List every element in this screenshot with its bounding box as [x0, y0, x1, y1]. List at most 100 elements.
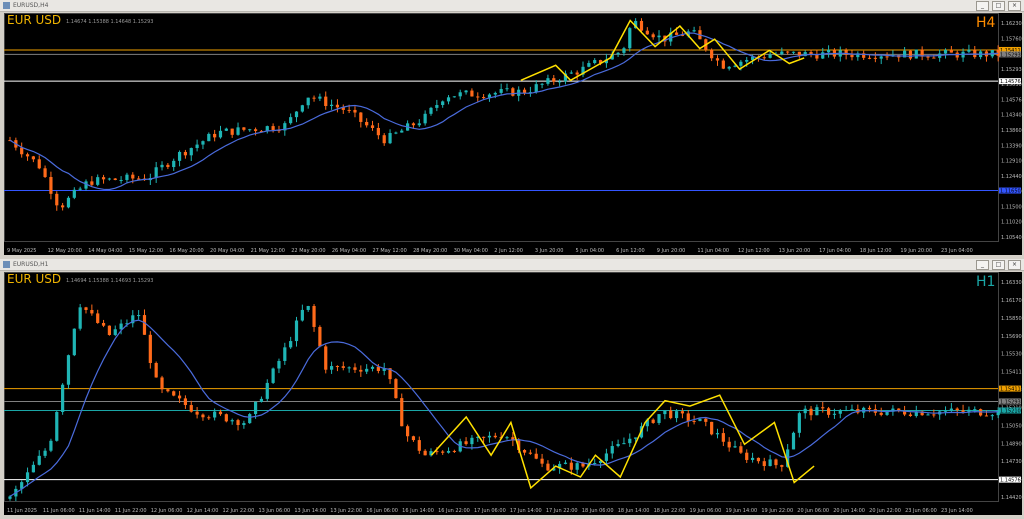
candle-body — [329, 366, 334, 370]
candle-body — [698, 418, 702, 422]
candle-body — [663, 410, 667, 415]
symbol-label: EUR USD — [7, 272, 61, 286]
candle-body — [710, 421, 714, 435]
minimize-button[interactable]: _ — [976, 1, 989, 11]
candle-body — [657, 414, 661, 423]
candle-body — [353, 367, 357, 370]
candle-body — [113, 178, 117, 180]
chart-window-h1[interactable]: EURUSD,H1 _ □ × 1.16330 1.16170 1.15850 1.1… — [0, 259, 1024, 515]
price-axis-label: 1.15293 — [1001, 67, 1022, 73]
chart-area[interactable]: 1.16330 1.16170 1.15850 1.15690 1.15530 1.154… — [4, 272, 1022, 519]
candle-body — [31, 156, 35, 160]
window-title: EURUSD,H1 — [13, 261, 49, 268]
ohlc-readout: 1.14674 1.15388 1.14648 1.15293 — [66, 19, 153, 25]
candle-body — [943, 410, 948, 412]
candle-body — [236, 420, 240, 426]
candle-body — [844, 50, 848, 55]
time-axis-label: 13 Jun 22:00 — [330, 508, 362, 514]
time-axis-label: 18 Jun 06:00 — [582, 508, 614, 514]
candle-body — [914, 49, 918, 59]
candle-body — [821, 52, 825, 59]
candle-body — [634, 437, 638, 439]
candle-body — [616, 52, 620, 55]
candle-body — [452, 450, 456, 452]
candle-body — [826, 49, 831, 53]
chart-window-h4[interactable]: EURUSD,H4 _ □ × 1.162301.157601.154111.1… — [0, 0, 1024, 256]
time-axis-label: 20 Jun 14:00 — [833, 508, 865, 514]
candle-body — [528, 452, 532, 454]
time-axis-label: 12 Jun 22:00 — [223, 508, 255, 514]
candle-body — [172, 160, 176, 168]
time-axis-label: 5 Jun 04:00 — [576, 248, 605, 254]
candle-body — [394, 132, 398, 134]
candle-body — [172, 391, 176, 396]
chart-area[interactable]: 1.162301.157601.154111.152931.150301.145… — [4, 13, 1022, 259]
time-axis-label: 11 Jun 14:00 — [79, 508, 111, 514]
candle-body — [335, 366, 340, 368]
candle-body — [166, 389, 170, 392]
price-axis-label: 1.15690 — [1001, 334, 1022, 340]
candle-body — [195, 411, 199, 415]
close-button[interactable]: × — [1008, 260, 1021, 270]
time-axis-label: 13 Jun 06:00 — [258, 508, 290, 514]
candle-body — [587, 63, 591, 67]
candle-body — [400, 398, 404, 427]
candle-body — [639, 20, 644, 31]
candle-body — [253, 129, 258, 131]
time-axis-label: 23 Jun 06:00 — [905, 508, 937, 514]
candle-body — [96, 313, 100, 323]
candle-body — [137, 315, 141, 317]
candle-body — [932, 414, 936, 416]
candle-body — [441, 451, 445, 453]
candle-body — [826, 408, 831, 415]
price-chart-h1[interactable]: 1.16330 1.16170 1.15850 1.15690 1.15530 1.154… — [4, 272, 1022, 515]
candle-body — [388, 133, 392, 144]
candle-body — [347, 367, 351, 369]
time-axis-label: 30 May 04:00 — [454, 248, 488, 254]
maximize-button[interactable]: □ — [992, 260, 1005, 270]
close-button[interactable]: × — [1008, 1, 1021, 11]
candle-body — [131, 174, 135, 179]
candle-body — [657, 35, 661, 38]
candle-body — [780, 51, 784, 55]
candle-body — [107, 325, 111, 335]
candle-body — [207, 133, 211, 142]
maximize-button[interactable]: □ — [992, 1, 1005, 11]
candle-body — [552, 78, 556, 82]
candle-body — [739, 61, 743, 66]
chart-window-icon — [3, 2, 10, 9]
candle-body — [832, 413, 837, 415]
price-level-label: 1.15411 — [1000, 387, 1021, 393]
price-chart-h4[interactable]: 1.162301.157601.154111.152931.150301.145… — [4, 13, 1022, 255]
candle-body — [452, 96, 456, 98]
candle-body — [575, 72, 579, 75]
candle-body — [230, 420, 234, 422]
candle-body — [417, 123, 421, 126]
minimize-button[interactable]: _ — [976, 260, 989, 270]
candle-body — [253, 401, 258, 415]
candle-body — [476, 96, 480, 98]
ohlc-readout: 1.14694 1.15388 1.14693 1.15293 — [66, 278, 153, 284]
candle-body — [242, 127, 246, 130]
candle-body — [745, 59, 749, 62]
chart-background — [4, 13, 1022, 255]
candle-body — [569, 462, 573, 470]
candle-body — [353, 109, 357, 113]
candle-body — [183, 151, 188, 156]
candle-body — [873, 57, 877, 59]
candle-body — [324, 96, 328, 106]
window-titlebar[interactable]: EURUSD,H4 _ □ × — [0, 0, 1024, 12]
time-axis-label: 27 May 12:00 — [372, 248, 406, 254]
price-level-label: 1.15210 — [1000, 408, 1021, 414]
candle-body — [49, 440, 53, 451]
candle-body — [727, 66, 731, 69]
candle-body — [406, 426, 410, 437]
candle-body — [8, 496, 12, 499]
candle-body — [867, 407, 872, 410]
time-axis-label: 18 Jun 22:00 — [654, 508, 686, 514]
time-axis-label: 11 Jun 06:00 — [43, 508, 75, 514]
window-titlebar[interactable]: EURUSD,H1 _ □ × — [0, 259, 1024, 271]
candle-body — [704, 418, 708, 422]
candle-body — [850, 409, 854, 411]
candle-body — [213, 133, 217, 138]
